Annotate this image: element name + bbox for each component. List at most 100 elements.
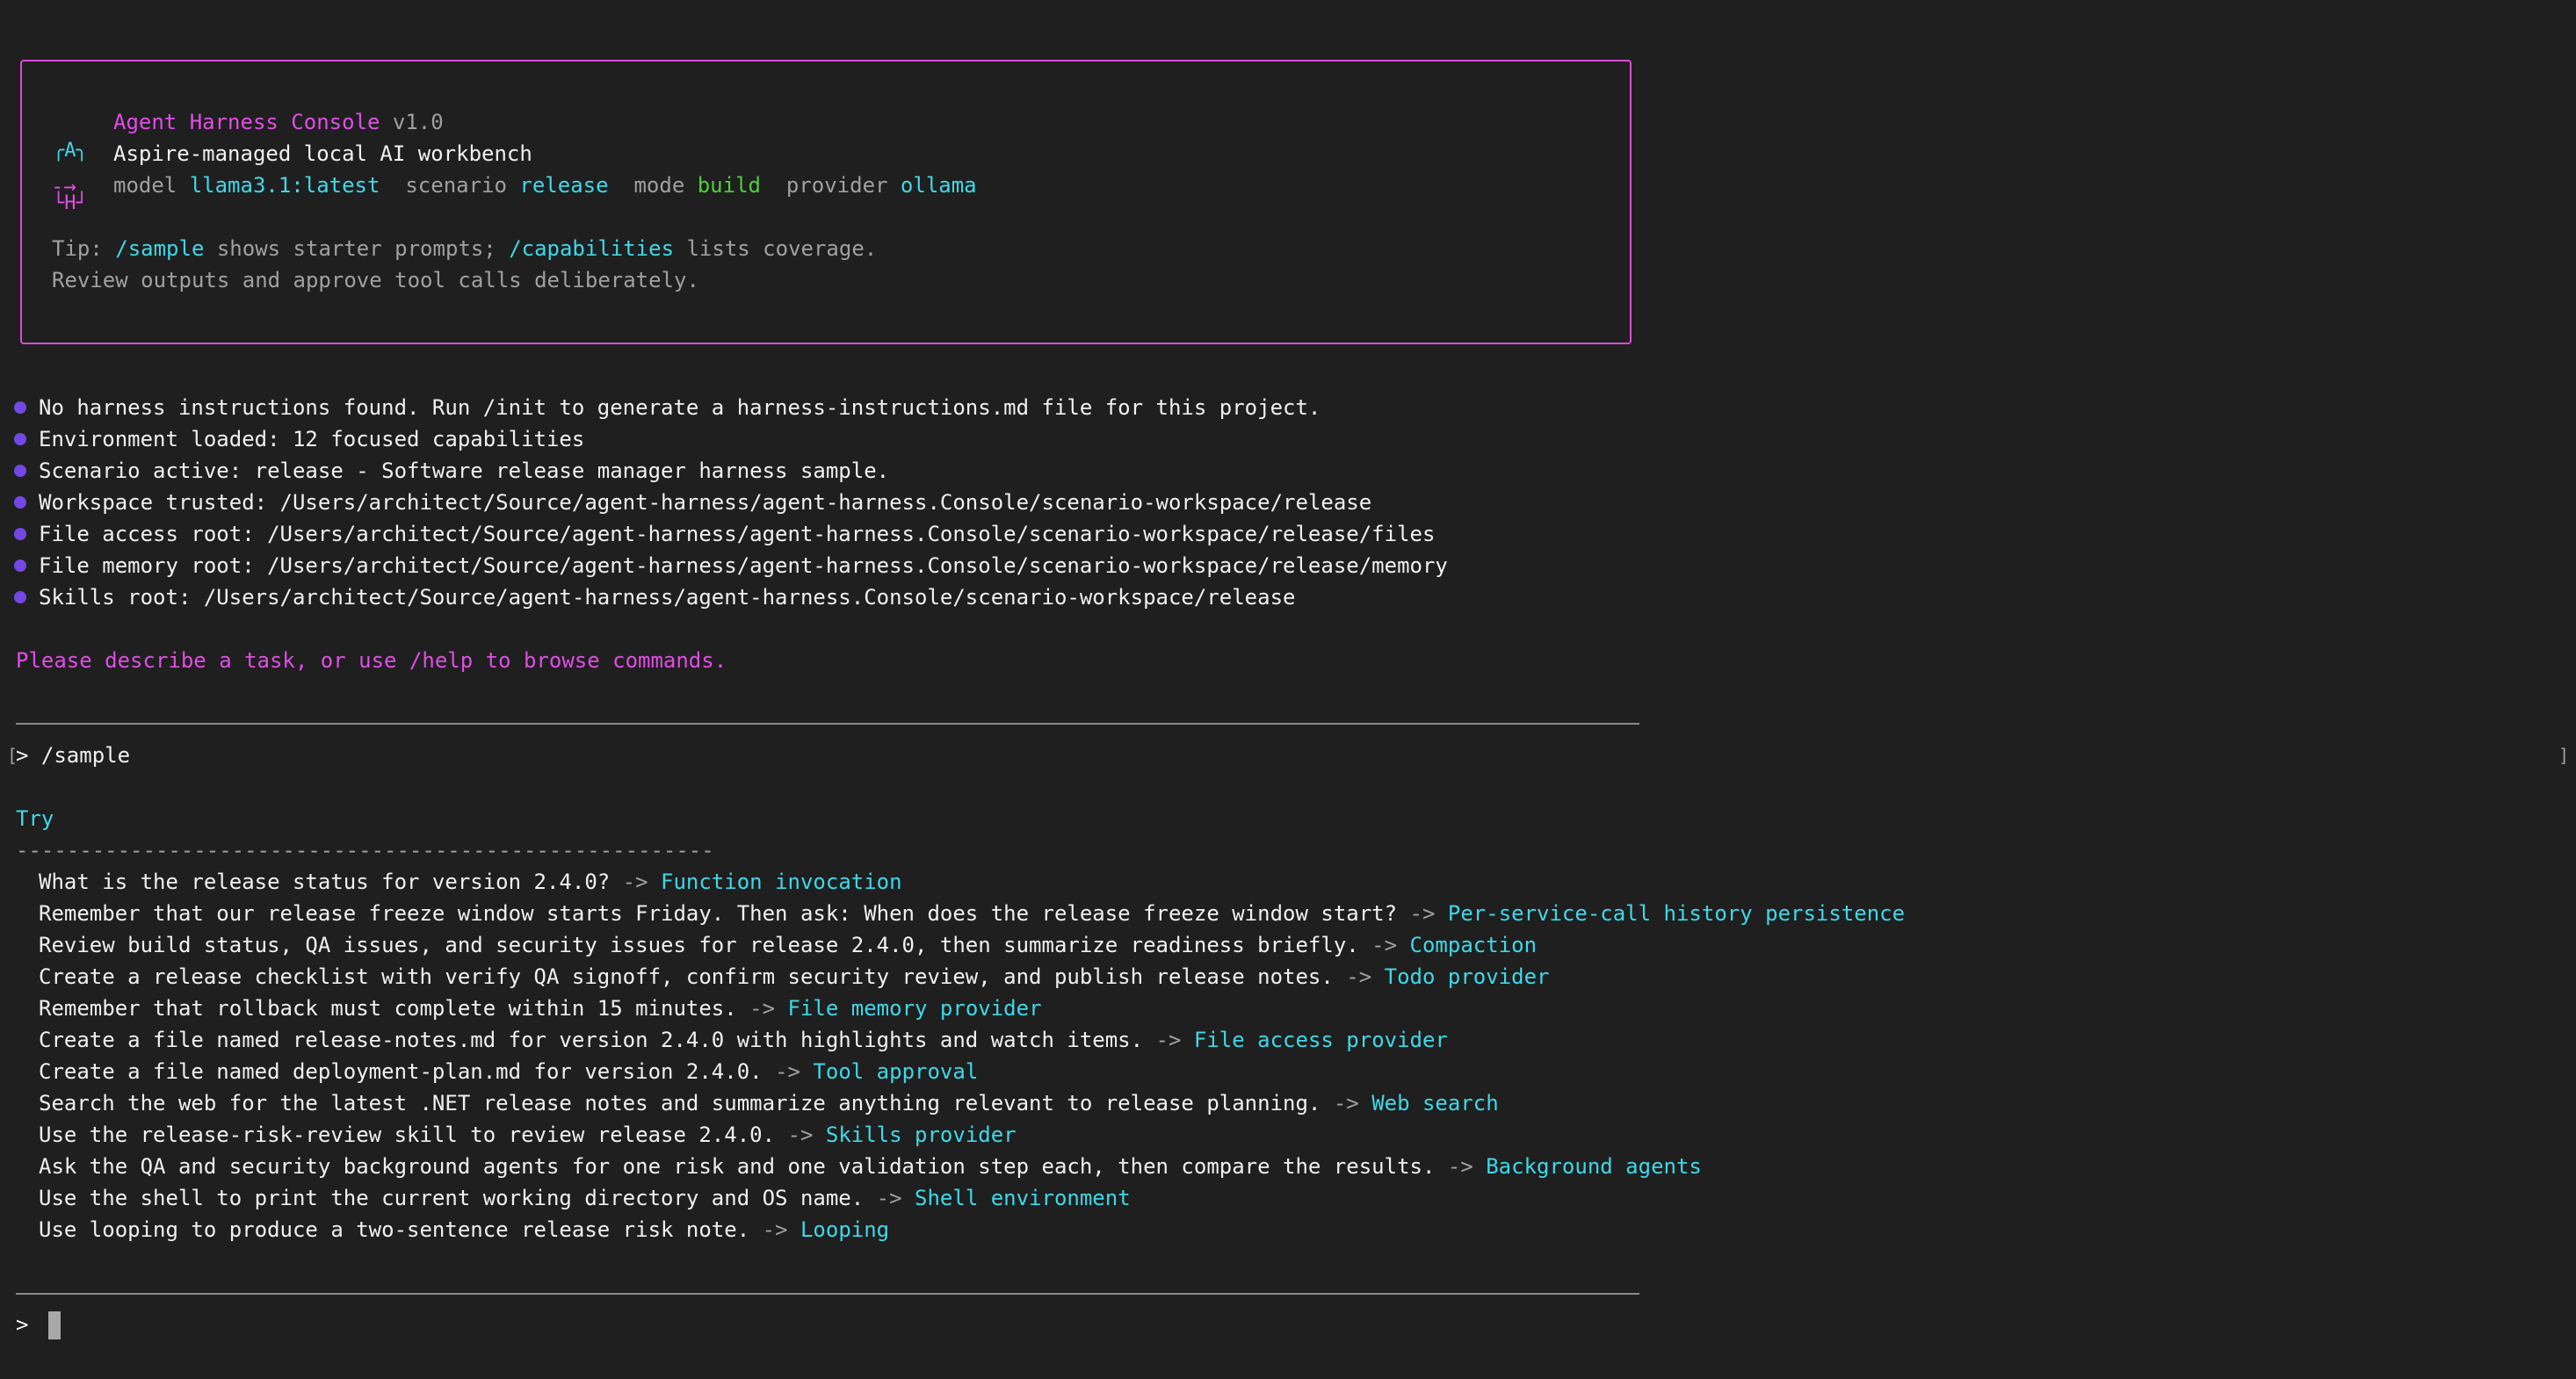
status-message: No harness instructions found. Run /init… — [14, 393, 1321, 422]
scenario-label: scenario — [405, 173, 507, 198]
suggestion-arrow: -> — [775, 1059, 800, 1084]
tip-middle: shows starter prompts; — [204, 236, 510, 261]
bullet-dot-icon — [14, 560, 26, 572]
suggestion-prompt: Remember that our release freeze window … — [39, 901, 1398, 926]
suggestion-arrow: -> — [749, 996, 776, 1021]
history-line: > /sample — [16, 740, 130, 770]
try-suggestion[interactable]: Remember that our release freeze window … — [39, 899, 1905, 928]
suggestion-capability: File memory provider — [787, 996, 1042, 1021]
try-suggestion[interactable]: Create a file named release-notes.md for… — [39, 1025, 1448, 1055]
suggestion-capability: Web search — [1371, 1091, 1499, 1115]
arrow-icon: -→ — [51, 174, 76, 199]
suggestion-capability: Skills provider — [825, 1123, 1017, 1147]
model-value: llama3.1:latest — [189, 173, 380, 198]
scenario-value: release — [519, 173, 609, 198]
try-suggestion[interactable]: Use looping to produce a two-sentence re… — [39, 1215, 889, 1245]
status-message: File access root: /Users/architect/Sourc… — [14, 519, 1435, 549]
suggestion-prompt: Create a file named release-notes.md for… — [39, 1028, 1144, 1052]
suggestion-prompt: Ask the QA and security background agent… — [39, 1154, 1436, 1179]
bullet-dot-icon — [14, 433, 26, 445]
tip-suffix: lists coverage. — [674, 236, 878, 261]
try-underline: ----------------------------------------… — [16, 838, 714, 863]
try-suggestion[interactable]: Use the shell to print the current worki… — [39, 1183, 1131, 1213]
suggestion-capability: File access provider — [1193, 1028, 1448, 1052]
history-prompt-symbol: > — [16, 743, 29, 768]
suggestion-capability: Looping — [800, 1217, 890, 1242]
try-suggestion[interactable]: Remember that rollback must complete wit… — [39, 993, 1042, 1023]
try-suggestion[interactable]: Search the web for the latest .NET relea… — [39, 1088, 1499, 1118]
suggestion-prompt: Create a release checklist with verify Q… — [39, 964, 1334, 989]
app-name: Agent Harness Console — [113, 110, 380, 134]
status-message-text: File memory root: /Users/architect/Sourc… — [39, 553, 1448, 578]
try-suggestion[interactable]: Review build status, QA issues, and secu… — [39, 930, 1537, 960]
tip-command-sample: /sample — [115, 236, 205, 261]
history-command: /sample — [40, 743, 131, 768]
status-message-text: No harness instructions found. Run /init… — [39, 395, 1321, 420]
try-suggestion[interactable]: Create a file named deployment-plan.md f… — [39, 1057, 978, 1087]
mode-label: mode — [633, 173, 685, 198]
suggestion-prompt: Search the web for the latest .NET relea… — [39, 1091, 1321, 1115]
status-message: Scenario active: release - Software rele… — [14, 456, 889, 486]
banner-subtitle: Aspire-managed local AI workbench — [113, 141, 532, 166]
bullet-dot-icon — [14, 401, 26, 414]
suggestion-arrow: -> — [787, 1123, 814, 1147]
suggestion-capability: Function invocation — [661, 870, 902, 894]
try-suggestion[interactable]: Use the release-risk-review skill to rev… — [39, 1120, 1017, 1150]
status-message-text: Scenario active: release - Software rele… — [39, 458, 890, 483]
mode-value: build — [697, 173, 761, 198]
try-suggestion[interactable]: What is the release status for version 2… — [39, 867, 902, 897]
prompt-hint: Please describe a task, or use /help to … — [16, 648, 727, 673]
suggestion-arrow: -> — [1447, 1154, 1473, 1179]
suggestion-arrow: -> — [762, 1217, 788, 1242]
suggestion-capability: Todo provider — [1384, 964, 1550, 989]
suggestion-prompt: Use looping to produce a two-sentence re… — [39, 1217, 750, 1242]
banner-right-border — [1630, 77, 1632, 327]
bullet-dot-icon — [14, 528, 26, 540]
suggestion-arrow: -> — [1346, 964, 1372, 989]
logo-glyph-top: ╭A╮ — [53, 140, 88, 162]
suggestion-prompt: Use the release-risk-review skill to rev… — [39, 1123, 776, 1147]
suggestion-capability: Tool approval — [813, 1059, 979, 1084]
history-right-bracket: ] — [2558, 745, 2570, 766]
bullet-dot-icon — [14, 496, 26, 509]
provider-label: provider — [785, 173, 888, 198]
suggestion-prompt: What is the release status for version 2… — [39, 870, 611, 894]
divider-top — [16, 723, 1639, 725]
suggestion-capability: Compaction — [1409, 933, 1538, 957]
bullet-dot-icon — [14, 465, 26, 477]
suggestion-capability: Background agents — [1486, 1154, 1702, 1179]
suggestion-arrow: -> — [1409, 901, 1436, 926]
app-version: v1.0 — [392, 110, 444, 134]
try-suggestion[interactable]: Create a release checklist with verify Q… — [39, 962, 1549, 992]
bullet-dot-icon — [14, 591, 26, 603]
tip-command-capabilities: /capabilities — [509, 236, 675, 261]
input-line[interactable]: > — [16, 1310, 61, 1339]
input-prompt-symbol: > — [16, 1312, 29, 1337]
logo-icon: ╭A╮ └H┘ — [53, 107, 88, 230]
suggestion-capability: Shell environment — [915, 1186, 1131, 1210]
provider-value: ollama — [900, 173, 977, 198]
divider-bottom — [16, 1293, 1639, 1295]
suggestion-arrow: -> — [1333, 1091, 1359, 1115]
suggestion-arrow: -> — [1371, 933, 1398, 957]
banner-left-border — [20, 77, 22, 327]
status-message-text: Environment loaded: 12 focused capabilit… — [39, 427, 585, 451]
suggestion-prompt: Create a file named deployment-plan.md f… — [39, 1059, 763, 1084]
suggestion-prompt: Remember that rollback must complete wit… — [39, 996, 737, 1021]
model-label: model — [113, 173, 177, 198]
status-message: Environment loaded: 12 focused capabilit… — [14, 424, 584, 454]
status-message: File memory root: /Users/architect/Sourc… — [14, 551, 1448, 581]
try-suggestion[interactable]: Ask the QA and security background agent… — [39, 1152, 1702, 1181]
status-message-text: Skills root: /Users/architect/Source/age… — [39, 585, 1296, 610]
banner-status-line: model llama3.1:latest scenario release m… — [113, 170, 977, 200]
suggestion-arrow: -> — [1155, 1028, 1182, 1052]
suggestion-prompt: Use the shell to print the current worki… — [39, 1186, 865, 1210]
status-message: Skills root: /Users/architect/Source/age… — [14, 582, 1295, 612]
tip-prefix: Tip: — [52, 236, 116, 261]
suggestion-arrow: -> — [876, 1186, 902, 1210]
banner-title-line: Agent Harness Console v1.0 — [113, 107, 444, 137]
suggestion-prompt: Review build status, QA issues, and secu… — [39, 933, 1359, 957]
try-heading: Try — [16, 806, 54, 831]
text-cursor — [47, 1311, 61, 1339]
banner-tip-line-2: Review outputs and approve tool calls de… — [52, 268, 699, 292]
